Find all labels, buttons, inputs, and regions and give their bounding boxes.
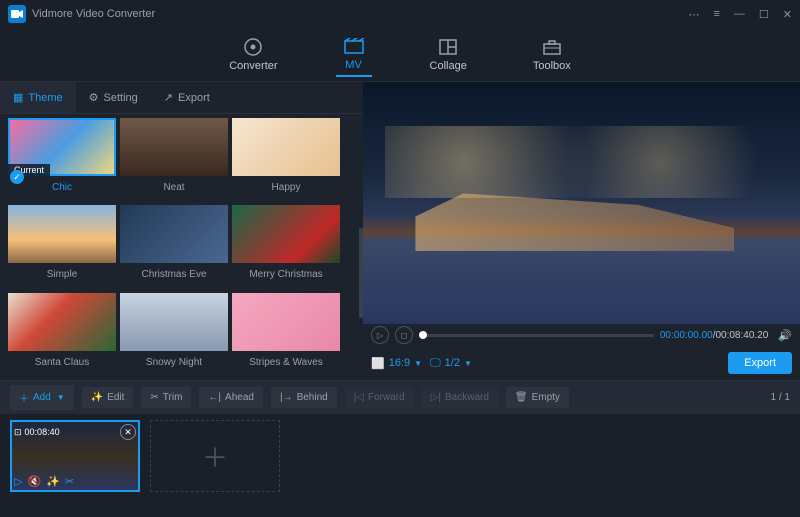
nav-converter[interactable]: Converter (221, 33, 285, 76)
theme-card[interactable]: Happy (232, 118, 340, 201)
plus-icon: ＋ (19, 390, 29, 405)
chevron-down-icon: ▼ (464, 359, 472, 368)
stop-button[interactable]: ◻ (395, 326, 413, 344)
theme-card[interactable]: Stripes & Waves (232, 293, 340, 376)
theme-card[interactable]: Neat (120, 118, 228, 201)
theme-name: Christmas Eve (120, 263, 228, 280)
subtab-export[interactable]: ↗ Export (151, 82, 223, 113)
theme-card[interactable]: Merry Christmas (232, 205, 340, 288)
theme-name: Santa Claus (8, 351, 116, 368)
chevron-down-icon: ▼ (414, 359, 422, 368)
theme-icon: ▦ (13, 91, 23, 104)
chevron-down-icon: ▼ (57, 393, 65, 402)
display-icon: 🖵 (430, 357, 441, 370)
add-clip-button[interactable]: ＋ (150, 420, 280, 492)
minimize-icon[interactable]: — (734, 8, 745, 21)
theme-name: Simple (8, 263, 116, 280)
toolbox-icon (542, 37, 562, 57)
app-logo (8, 5, 26, 23)
display-scale-selector[interactable]: 🖵 1/2 ▼ (430, 357, 472, 370)
clip-edit-icon[interactable]: ✨ (46, 475, 60, 488)
nav-toolbox[interactable]: Toolbox (525, 33, 579, 76)
theme-card[interactable]: Current ✓ Chic (8, 118, 116, 201)
time-display: 00:00:00.00/00:08:40.20 (660, 330, 768, 341)
clip-play-icon[interactable]: ▷ (14, 475, 22, 488)
edit-button[interactable]: ✨Edit (82, 387, 134, 408)
trim-button[interactable]: ✂Trim (141, 387, 191, 408)
collage-icon (438, 37, 458, 57)
theme-card[interactable]: Snowy Night (120, 293, 228, 376)
timeline-clip[interactable]: ⊡00:08:40 ✕ ▷ 🔇 ✨ ✂ (10, 420, 140, 492)
play-button[interactable]: ▷ (371, 326, 389, 344)
theme-card[interactable]: Christmas Eve (120, 205, 228, 288)
clip-trim-icon[interactable]: ✂ (65, 475, 74, 488)
forward-button[interactable]: |◁Forward (345, 387, 414, 408)
theme-name: Snowy Night (120, 351, 228, 368)
trash-icon: 🗑 (515, 392, 528, 403)
clip-mute-icon[interactable]: 🔇 (27, 475, 41, 488)
nav-collage[interactable]: Collage (422, 33, 475, 76)
plus-icon: ＋ (202, 438, 228, 475)
theme-name: Happy (232, 176, 340, 193)
check-icon: ✓ (10, 170, 24, 184)
wand-icon: ✨ (91, 392, 103, 403)
behind-icon: |→ (280, 392, 293, 403)
aspect-icon: ⬜ (371, 357, 385, 370)
backward-icon: ▷| (431, 392, 441, 403)
add-button[interactable]: ＋Add▼ (10, 385, 74, 410)
forward-icon: |◁ (354, 392, 364, 403)
remove-clip-button[interactable]: ✕ (120, 424, 136, 440)
subtab-theme[interactable]: ▦ Theme (0, 82, 76, 113)
subtab-setting[interactable]: ⚙ Setting (76, 82, 151, 113)
aspect-ratio-selector[interactable]: ⬜ 16:9 ▼ (371, 357, 422, 370)
scissors-icon: ✂ (150, 392, 158, 403)
empty-button[interactable]: 🗑Empty (506, 387, 569, 408)
volume-icon[interactable]: 🔊 (778, 329, 792, 342)
behind-button[interactable]: |→Behind (271, 387, 337, 408)
progress-bar[interactable] (419, 334, 654, 337)
theme-name: Merry Christmas (232, 263, 340, 280)
theme-card[interactable]: Simple (8, 205, 116, 288)
page-count: 1 / 1 (771, 392, 790, 403)
theme-name: Chic (8, 176, 116, 193)
video-preview (363, 82, 800, 324)
theme-name: Stripes & Waves (232, 351, 340, 368)
export-button[interactable]: Export (728, 352, 792, 374)
ahead-button[interactable]: ←|Ahead (199, 387, 263, 408)
mv-icon (344, 36, 364, 56)
app-title: Vidmore Video Converter (32, 8, 688, 20)
menu-icon[interactable]: ≡ (713, 8, 719, 21)
ahead-icon: ←| (208, 392, 221, 403)
clip-duration: 00:08:40 (25, 427, 60, 437)
close-icon[interactable]: ✕ (783, 8, 792, 21)
maximize-icon[interactable]: ☐ (759, 8, 769, 21)
feedback-icon[interactable]: ⋯ (688, 8, 699, 21)
export-icon: ↗ (164, 91, 173, 104)
theme-card[interactable]: Santa Claus (8, 293, 116, 376)
theme-name: Neat (120, 176, 228, 193)
converter-icon (243, 37, 263, 57)
nav-mv[interactable]: MV (336, 32, 372, 77)
gear-icon: ⚙ (89, 91, 99, 104)
clip-marker-icon: ⊡ (14, 427, 22, 438)
backward-button[interactable]: ▷|Backward (422, 387, 498, 408)
